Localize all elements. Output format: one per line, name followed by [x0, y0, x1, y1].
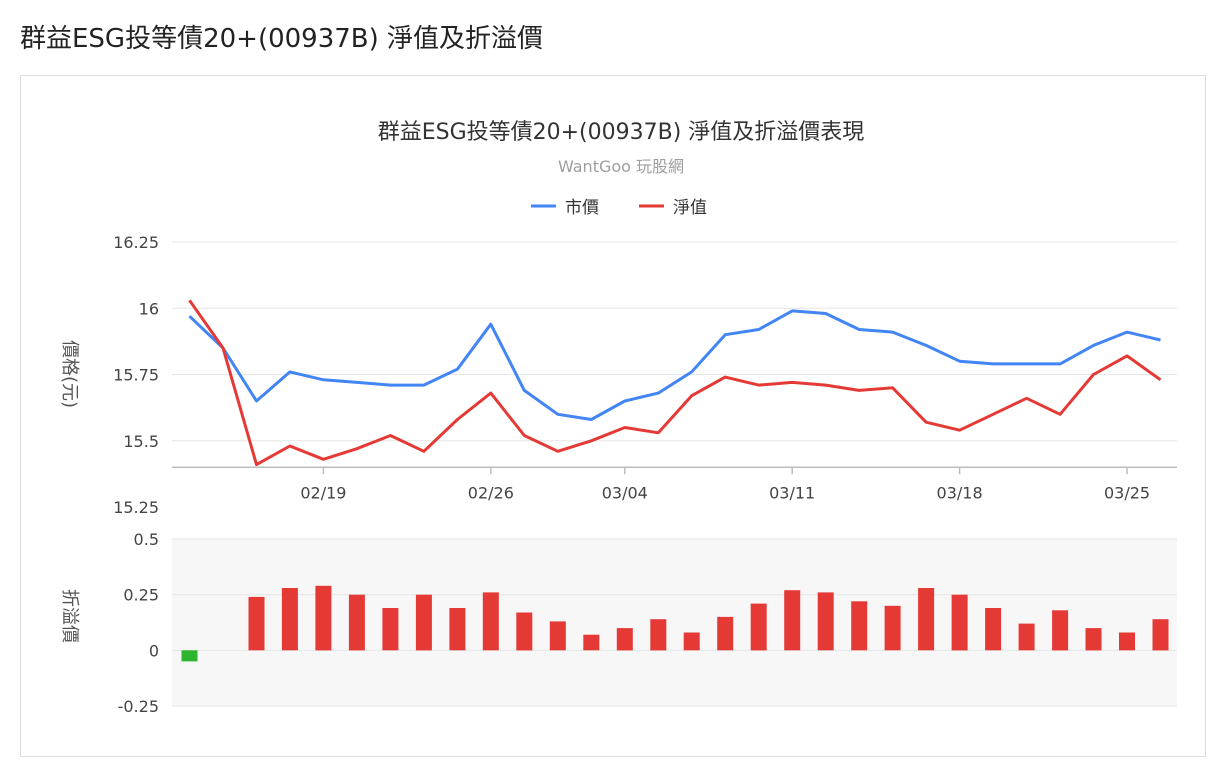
premium-bar[interactable] — [951, 594, 968, 651]
legend: 市價 淨值 — [531, 198, 707, 218]
price-y-tick-label: 16.25 — [113, 233, 159, 252]
price-x-tick-label: 02/19 — [300, 483, 346, 502]
premium-y-axis-label: 折溢價 — [59, 589, 80, 643]
premium-y-tick-label: 0.5 — [134, 530, 159, 549]
premium-y-tick-label: 0.25 — [123, 586, 159, 605]
premium-bar[interactable] — [1119, 632, 1135, 651]
nav-premium-chart: 群益ESG投等債20+(00937B) 淨值及折溢價表現 WantGoo 玩股網… — [59, 120, 1177, 716]
premium-bar[interactable] — [1152, 619, 1169, 651]
premium-bar[interactable] — [1085, 628, 1102, 651]
premium-bar[interactable] — [449, 608, 466, 651]
premium-bar[interactable] — [683, 632, 700, 651]
price-gridlines — [172, 241, 1177, 442]
premium-bar[interactable] — [1052, 610, 1069, 651]
price-y-tick-label: 15.75 — [113, 366, 159, 385]
price-x-tick-label: 02/26 — [468, 483, 514, 502]
premium-y-tick-label: 0 — [149, 641, 159, 660]
premium-bar[interactable] — [482, 592, 499, 651]
premium-bar[interactable] — [784, 590, 801, 651]
premium-bar[interactable] — [616, 628, 633, 651]
premium-bar[interactable] — [650, 619, 667, 651]
premium-bar[interactable] — [281, 588, 298, 651]
premium-bar[interactable] — [750, 603, 767, 651]
premium-bar[interactable] — [851, 601, 868, 651]
premium-bar[interactable] — [985, 608, 1002, 651]
price-y-tick-labels: 16.25 16 15.75 15.5 15.25 — [113, 233, 159, 517]
price-x-axis: 02/19 02/26 03/04 03/11 03/18 03/25 — [172, 466, 1177, 502]
premium-bar[interactable] — [348, 594, 365, 651]
premium-bar[interactable] — [248, 596, 265, 651]
chart-subtitle: WantGoo 玩股網 — [558, 157, 684, 176]
price-x-tick-label: 03/04 — [602, 483, 648, 502]
premium-bar[interactable] — [415, 594, 432, 651]
premium-bar[interactable] — [315, 585, 332, 651]
legend-label-market-price: 市價 — [565, 198, 599, 218]
legend-label-nav: 淨值 — [673, 198, 707, 218]
chart-card: 群益ESG投等債20+(00937B) 淨值及折溢價表現 WantGoo 玩股網… — [20, 75, 1206, 757]
premium-y-tick-labels: 0.5 0.25 0 -0.25 — [118, 530, 159, 716]
price-y-axis-label: 價格(元) — [59, 340, 80, 408]
legend-item-nav[interactable]: 淨值 — [639, 198, 707, 218]
legend-item-market-price[interactable]: 市價 — [531, 198, 599, 218]
chart-title: 群益ESG投等債20+(00937B) 淨值及折溢價表現 — [378, 120, 865, 145]
premium-bar[interactable] — [382, 608, 399, 651]
page-title: 群益ESG投等債20+(00937B) 淨值及折溢價 — [20, 24, 544, 54]
price-y-tick-label: 15.5 — [123, 432, 159, 451]
premium-bar[interactable] — [817, 592, 834, 651]
premium-bar[interactable] — [884, 605, 901, 651]
premium-bar[interactable] — [516, 612, 533, 651]
price-y-tick-label: 16 — [139, 299, 159, 318]
price-y-tick-label: 15.25 — [113, 498, 159, 517]
price-x-tick-label: 03/11 — [769, 483, 815, 502]
price-x-tick-label: 03/18 — [937, 483, 983, 502]
price-x-tick-label: 03/25 — [1104, 483, 1150, 502]
price-series-lines — [188, 299, 1162, 467]
premium-bar[interactable] — [918, 588, 935, 651]
premium-bar[interactable] — [583, 634, 600, 651]
premium-bar[interactable] — [549, 621, 566, 651]
premium-bar[interactable] — [1018, 623, 1035, 651]
premium-y-tick-label: -0.25 — [118, 697, 159, 716]
premium-bar[interactable] — [181, 650, 198, 662]
premium-bar[interactable] — [717, 616, 734, 651]
